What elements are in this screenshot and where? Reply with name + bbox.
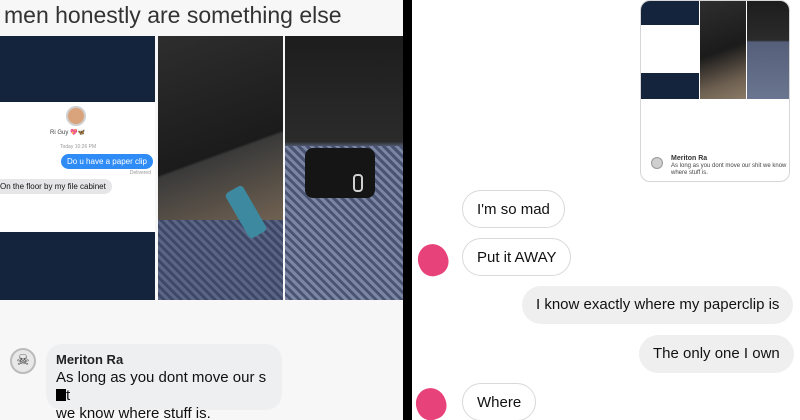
preview-avatar	[651, 157, 663, 169]
contact-name: Ri Guy 💖🦋	[50, 130, 85, 136]
comment-bubble: Meriton Ra As long as you dont move our …	[46, 344, 282, 420]
preview-tile-floor	[747, 1, 789, 99]
reaction-heart-icon	[411, 383, 451, 420]
preview-author: Meriton Ra	[671, 155, 708, 162]
meme-caption: men honestly are something else	[4, 2, 342, 28]
preview-footer: Meriton Ra As long as you dont move our …	[641, 151, 789, 181]
message-bubble-received: Put it AWAY	[462, 238, 572, 276]
skull-avatar-icon: ☠	[10, 348, 36, 374]
message-timestamp: Today 10:26 PM	[60, 144, 97, 150]
comment-text: As long as you dont move our st we know …	[56, 369, 272, 420]
paperclip-object	[353, 174, 363, 192]
meme-canvas: men honestly are something else Ri Guy 💖…	[0, 0, 800, 420]
contact-avatar	[66, 106, 86, 126]
panel-divider	[403, 0, 412, 420]
preview-image	[641, 1, 789, 99]
left-panel: men honestly are something else Ri Guy 💖…	[0, 0, 403, 420]
message-bubble-sent: I know exactly where my paperclip is	[522, 286, 794, 324]
message-bubble-sent: The only one I own	[639, 335, 794, 373]
imessage-screenshot: Ri Guy 💖🦋 Today 10:26 PM Do u have a pap…	[0, 102, 155, 232]
comment: ☠ Meriton Ra As long as you dont move ou…	[4, 340, 284, 420]
sent-message-bubble: Do u have a paper clip	[60, 154, 153, 169]
comment-text-line1-post: t	[66, 387, 71, 404]
photo-grid: Ri Guy 💖🦋 Today 10:26 PM Do u have a pap…	[0, 36, 403, 300]
comment-text-line1-pre: As long as you dont move our s	[56, 369, 267, 386]
shared-post-preview[interactable]: Meriton Ra As long as you dont move our …	[640, 0, 790, 182]
cabinet-foot	[305, 148, 375, 198]
message-bubble-received: Where	[462, 383, 537, 420]
reaction-heart-icon	[413, 239, 453, 281]
preview-tile-screenshot	[641, 1, 699, 99]
preview-mini-card	[641, 25, 699, 73]
right-panel: Meriton Ra As long as you dont move our …	[411, 0, 800, 420]
comment-text-line2: we know where stuff is.	[56, 405, 211, 420]
delivered-label: Delivered	[129, 170, 151, 176]
file-cabinet-photo	[158, 36, 283, 300]
preview-tile-cabinet	[700, 1, 746, 99]
message-bubble-received: I'm so mad	[462, 190, 565, 228]
comment-author: Meriton Ra	[56, 352, 124, 367]
preview-text: As long as you dont move our shit we kno…	[671, 163, 787, 176]
censor-block	[56, 389, 66, 401]
carpet-area	[158, 220, 283, 300]
received-message-bubble: On the floor by my file cabinet	[0, 179, 112, 194]
paperclip-floor-photo	[285, 36, 403, 300]
imessage-screenshot-tile: Ri Guy 💖🦋 Today 10:26 PM Do u have a pap…	[0, 36, 155, 300]
